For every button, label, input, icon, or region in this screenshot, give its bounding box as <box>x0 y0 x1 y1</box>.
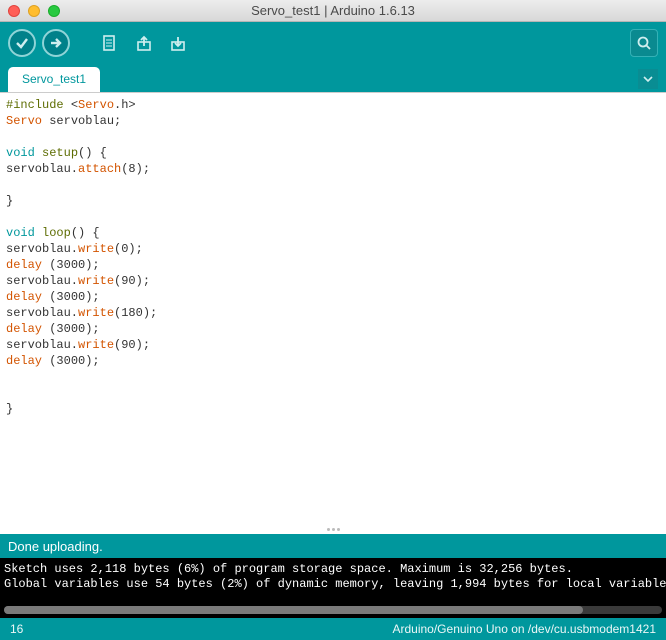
code-line: #include <Servo.h> <box>6 97 660 113</box>
code-line: } <box>6 193 660 209</box>
serial-monitor-button[interactable] <box>630 29 658 57</box>
code-line: delay (3000); <box>6 257 660 273</box>
scrollbar-thumb[interactable] <box>4 606 583 614</box>
check-icon <box>14 35 30 51</box>
code-line: Servo servoblau; <box>6 113 660 129</box>
code-line: delay (3000); <box>6 321 660 337</box>
traffic-lights <box>8 5 60 17</box>
split-handle[interactable] <box>323 528 343 532</box>
code-line <box>6 369 660 385</box>
toolbar <box>0 22 666 64</box>
line-number: 16 <box>10 622 23 636</box>
scrollbar-track[interactable] <box>4 606 662 614</box>
verify-button[interactable] <box>8 29 36 57</box>
code-line <box>6 209 660 225</box>
close-window-button[interactable] <box>8 5 20 17</box>
window-titlebar: Servo_test1 | Arduino 1.6.13 <box>0 0 666 22</box>
arrow-right-icon <box>48 35 64 51</box>
chevron-down-icon <box>642 73 654 85</box>
save-sketch-button[interactable] <box>164 29 192 57</box>
window-title: Servo_test1 | Arduino 1.6.13 <box>0 3 666 18</box>
status-bar: Done uploading. <box>0 534 666 558</box>
tab-menu-button[interactable] <box>638 69 658 89</box>
code-line: void loop() { <box>6 225 660 241</box>
code-line: servoblau.write(90); <box>6 273 660 289</box>
code-line: delay (3000); <box>6 353 660 369</box>
zoom-window-button[interactable] <box>48 5 60 17</box>
console-line: Sketch uses 2,118 bytes (6%) of program … <box>4 562 573 576</box>
tab-sketch[interactable]: Servo_test1 <box>8 67 100 92</box>
output-console[interactable]: Sketch uses 2,118 bytes (6%) of program … <box>0 558 666 604</box>
code-line: servoblau.write(0); <box>6 241 660 257</box>
magnifier-icon <box>635 34 653 52</box>
code-line <box>6 385 660 401</box>
arrow-down-icon <box>169 34 187 52</box>
footer-bar: 16 Arduino/Genuino Uno on /dev/cu.usbmod… <box>0 618 666 640</box>
new-sketch-button[interactable] <box>96 29 124 57</box>
status-message: Done uploading. <box>8 539 103 554</box>
code-editor[interactable]: #include <Servo.h>Servo servoblau; void … <box>0 92 666 534</box>
console-scrollbar[interactable] <box>0 604 666 618</box>
console-line: Global variables use 54 bytes (2%) of dy… <box>4 577 666 591</box>
code-line: servoblau.write(180); <box>6 305 660 321</box>
tab-bar: Servo_test1 <box>0 64 666 92</box>
code-line: } <box>6 401 660 417</box>
code-line: servoblau.write(90); <box>6 337 660 353</box>
upload-button[interactable] <box>42 29 70 57</box>
minimize-window-button[interactable] <box>28 5 40 17</box>
code-line <box>6 177 660 193</box>
file-icon <box>101 34 119 52</box>
code-line <box>6 129 660 145</box>
code-line: void setup() { <box>6 145 660 161</box>
open-sketch-button[interactable] <box>130 29 158 57</box>
arrow-up-icon <box>135 34 153 52</box>
code-line: delay (3000); <box>6 289 660 305</box>
code-line: servoblau.attach(8); <box>6 161 660 177</box>
board-port-label: Arduino/Genuino Uno on /dev/cu.usbmodem1… <box>392 622 656 636</box>
